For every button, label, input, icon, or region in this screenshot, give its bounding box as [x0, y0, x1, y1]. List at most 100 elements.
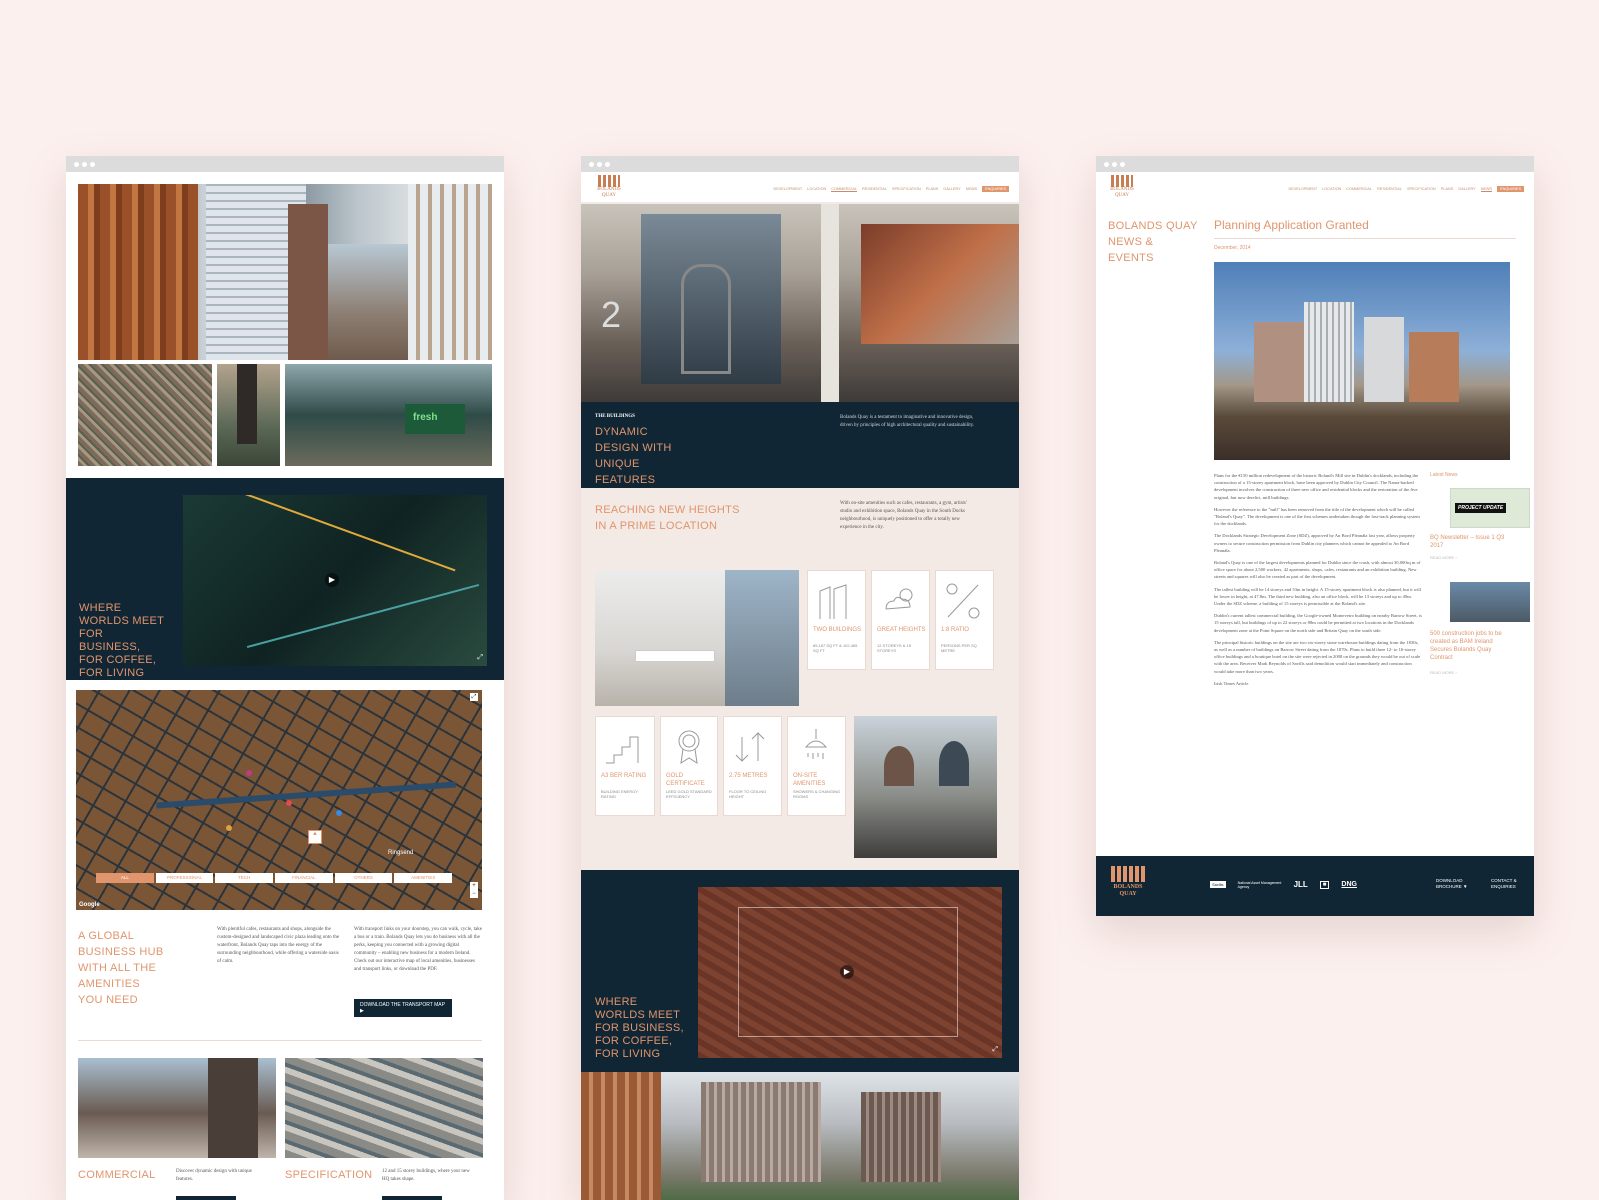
window-titlebar [66, 156, 504, 172]
fullscreen-icon[interactable]: ⤢ [992, 1046, 998, 1054]
headline: DYNAMIC DESIGN WITH UNIQUE FEATURES [595, 426, 672, 486]
footer-logo[interactable]: BOLANDS QUAY [1108, 866, 1148, 898]
feature-sub: FLOOR TO CEILING HEIGHT [729, 789, 767, 799]
hub-heading: A GLOBAL BUSINESS HUB WITH ALL THE AMENI… [78, 930, 164, 1006]
logo-mark-icon [598, 175, 620, 187]
zoom-control[interactable]: + − [470, 882, 478, 898]
feature-title: GOLD CERTIFICATE [666, 773, 705, 787]
feature-sub: BUILDING ENERGY RATING [601, 789, 638, 799]
nav-residential[interactable]: RESIDENTIAL [862, 187, 887, 192]
meeting-room-image [595, 570, 799, 706]
latest-news-thumb[interactable] [1450, 582, 1530, 622]
award-icon [678, 730, 700, 764]
nav-enquiries-button[interactable]: ENQUIRIES [982, 186, 1009, 192]
article-date: December, 2014 [1214, 245, 1251, 251]
bar-chart-icon [606, 736, 639, 764]
hub-text-2: With transport links on your doorstep, y… [354, 927, 482, 972]
latest-news-title[interactable]: BQ Newsletter – Issue 1 Q3 2017 [1430, 534, 1512, 550]
card-commercial-title[interactable]: COMMERCIAL [78, 1169, 156, 1181]
map-fullscreen-icon[interactable]: ⤢ [470, 693, 478, 701]
nav-development[interactable]: DEVELOPMENT [773, 187, 802, 192]
header: BOLANDS QUAY DEVELOPMENT LOCATION COMMER… [581, 172, 1019, 202]
feature-tile-amenities: ON-SITE AMENITIES SHOWERS & CHANGING ROO… [787, 716, 846, 816]
play-icon[interactable]: ▶ [840, 965, 854, 979]
section-text: With on-site amenities such as cafes, re… [840, 501, 967, 530]
download-brochure-link[interactable]: DOWNLOAD BROCHURE ▼ [1436, 878, 1476, 890]
map-video-player[interactable]: ▶ ⤢ [183, 495, 487, 666]
window-titlebar [1096, 156, 1534, 172]
commercial-image[interactable] [78, 1058, 276, 1158]
nav-development[interactable]: DEVELOPMENT [1288, 187, 1317, 192]
nav-gallery[interactable]: GALLERY [1458, 187, 1475, 192]
nav-specification[interactable]: SPECIFICATION [1407, 187, 1436, 192]
latest-news-thumb[interactable]: PROJECT UPDATE [1450, 488, 1530, 528]
feature-tile-metres: 2.75 METRES FLOOR TO CEILING HEIGHT [723, 716, 782, 816]
nav-news[interactable]: NEWS [1480, 187, 1493, 192]
read-more-link[interactable]: READ MORE › [1430, 555, 1457, 560]
amenities-map[interactable]: Ringsend ▲ ALL PROFESSIONAL TECH FINANCI… [76, 690, 482, 910]
site-logo[interactable]: BOLANDS QUAY [1108, 175, 1136, 199]
news-side-title: BOLANDS QUAY NEWS & EVENTS [1108, 220, 1198, 264]
city-video-player[interactable]: ▶ ⤢ [698, 887, 1002, 1058]
nav-gallery[interactable]: GALLERY [943, 187, 960, 192]
feature-tile-gold: GOLD CERTIFICATE LEED GOLD STANDARD EFFI… [660, 716, 718, 816]
partner-logos: Savills National Asset Management Agency… [1210, 880, 1357, 889]
hub-text-1: With plentiful cafes, restaurants and sh… [217, 927, 340, 964]
feature-title: A3 BER RATING [601, 773, 647, 779]
arrow-right-icon: ▶ [360, 1008, 364, 1014]
partner-nama-logo: National Asset Management Agency [1237, 880, 1282, 889]
feature-sub: PERSONS PER SQ METRE [941, 643, 977, 653]
nav-commercial[interactable]: COMMERCIAL [1346, 187, 1372, 192]
play-icon[interactable]: ▶ [325, 573, 339, 587]
download-transport-map-button[interactable]: DOWNLOAD THE TRANSPORT MAP ▶ [354, 999, 452, 1017]
office-workers-image [854, 716, 997, 858]
article-title: Planning Application Granted [1214, 218, 1369, 232]
map-filter-professional[interactable]: PROFESSIONAL [155, 873, 214, 883]
partner-logo: ■ [1319, 880, 1330, 889]
video-band: WHERE WORLDS MEET FOR BUSINESS, FOR COFF… [66, 478, 504, 680]
article-paragraph: Plans for the €150 million redevelopment… [1214, 473, 1419, 500]
read-more-link[interactable]: READ MORE › [1430, 670, 1457, 675]
nav-location[interactable]: LOCATION [1322, 187, 1341, 192]
nav-plans[interactable]: PLANS [926, 187, 938, 192]
fullscreen-icon[interactable]: ⤢ [477, 654, 483, 662]
specification-image[interactable] [285, 1058, 483, 1158]
nav-specification[interactable]: SPECIFICATION [892, 187, 921, 192]
map-marker[interactable]: ▲ [308, 830, 322, 844]
feature-title: GREAT HEIGHTS [877, 627, 926, 633]
middle-browser-window: BOLANDS QUAY DEVELOPMENT LOCATION COMMER… [581, 156, 1019, 1200]
map-filter-all[interactable]: ALL [96, 873, 154, 883]
map-filter-financial[interactable]: FINANCIAL [275, 873, 333, 883]
nav-enquiries-button[interactable]: ENQUIRIES [1497, 186, 1524, 192]
specification-button[interactable] [382, 1196, 442, 1200]
card-specification-title[interactable]: SPECIFICATION [285, 1169, 372, 1181]
plaza-shops-image: fresh [285, 364, 492, 466]
nav-plans[interactable]: PLANS [1441, 187, 1453, 192]
contact-enquiries-link[interactable]: CONTACT & ENQUIRIES [1491, 878, 1527, 890]
logo-mark-icon [1111, 866, 1145, 882]
feature-tile-heights: GREAT HEIGHTS 12 STOREYS & 15 STOREYS [871, 570, 930, 670]
percent-icon [946, 583, 980, 619]
latest-news-title[interactable]: 500 construction jobs to be created as B… [1430, 630, 1512, 662]
partner-savills-logo: Savills [1210, 881, 1226, 888]
map-filter-amenities[interactable]: AMENITIES [394, 873, 453, 883]
site-logo[interactable]: BOLANDS QUAY [595, 175, 623, 199]
nav-commercial[interactable]: COMMERCIAL [831, 187, 858, 192]
feature-sub: LEED GOLD STANDARD EFFICIENCY [666, 789, 712, 799]
map-filter-others[interactable]: OTHERS [334, 873, 393, 883]
nav-news[interactable]: NEWS [966, 187, 977, 192]
chevron-down-icon: ▼ [1463, 884, 1468, 889]
map-filter-tech[interactable]: TECH [215, 873, 274, 883]
video-band: WHERE WORLDS MEET FOR BUSINESS, FOR COFF… [581, 870, 1019, 1072]
nav-location[interactable]: LOCATION [807, 187, 826, 192]
divider [78, 1040, 482, 1041]
nav-residential[interactable]: RESIDENTIAL [1377, 187, 1402, 192]
article-paragraph: Dublin's current tallest commercial buil… [1214, 613, 1422, 633]
video-caption: WHERE WORLDS MEET FOR BUSINESS, FOR COFF… [595, 996, 684, 1060]
logo-mark-icon [1111, 175, 1133, 187]
eyebrow: THE BUILDINGS [595, 414, 635, 419]
feature-tile-buildings: TWO BUILDINGS 85,187 SQ FT & 102,465 SQ … [807, 570, 866, 670]
commercial-button[interactable] [176, 1196, 236, 1200]
article-paragraph: Boland's Quay is one of the largest deve… [1214, 560, 1421, 580]
article-title-rule [1214, 238, 1516, 239]
